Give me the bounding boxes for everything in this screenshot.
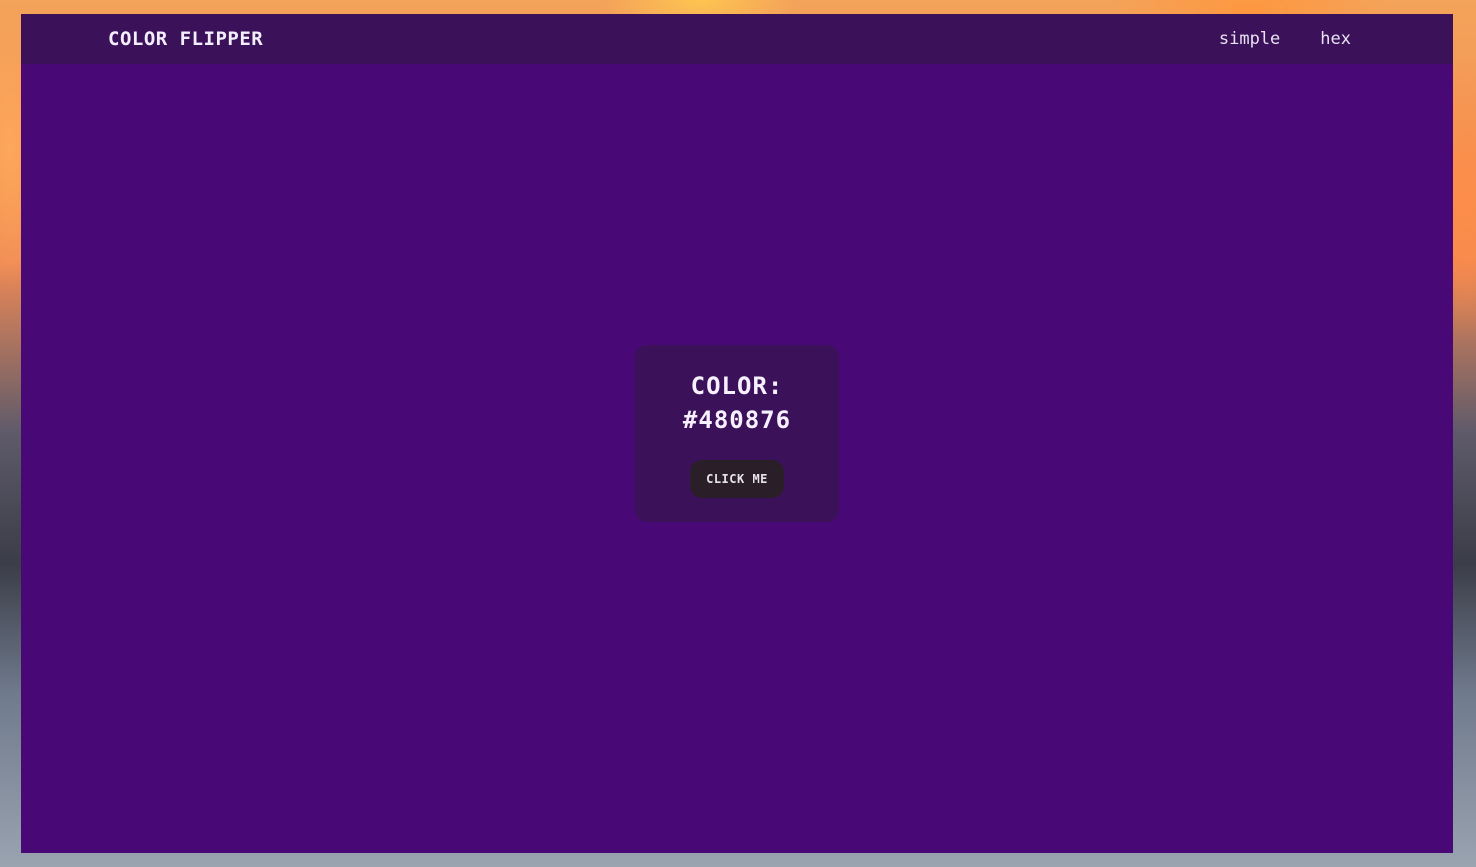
color-value: #480876 [682, 406, 792, 434]
nav-links: simple hex [1219, 29, 1351, 49]
browser-page: COLOR FLIPPER simple hex COLOR: #480876 … [21, 14, 1453, 853]
nav-link-simple[interactable]: simple [1219, 29, 1280, 49]
navbar: COLOR FLIPPER simple hex [21, 14, 1453, 64]
brand-title[interactable]: COLOR FLIPPER [108, 28, 263, 50]
click-me-button[interactable]: CLICK ME [690, 460, 784, 498]
color-display: COLOR: #480876 [635, 369, 839, 437]
color-card: COLOR: #480876 CLICK ME [635, 345, 839, 522]
color-label: COLOR: [690, 372, 784, 400]
nav-link-hex[interactable]: hex [1320, 29, 1351, 49]
